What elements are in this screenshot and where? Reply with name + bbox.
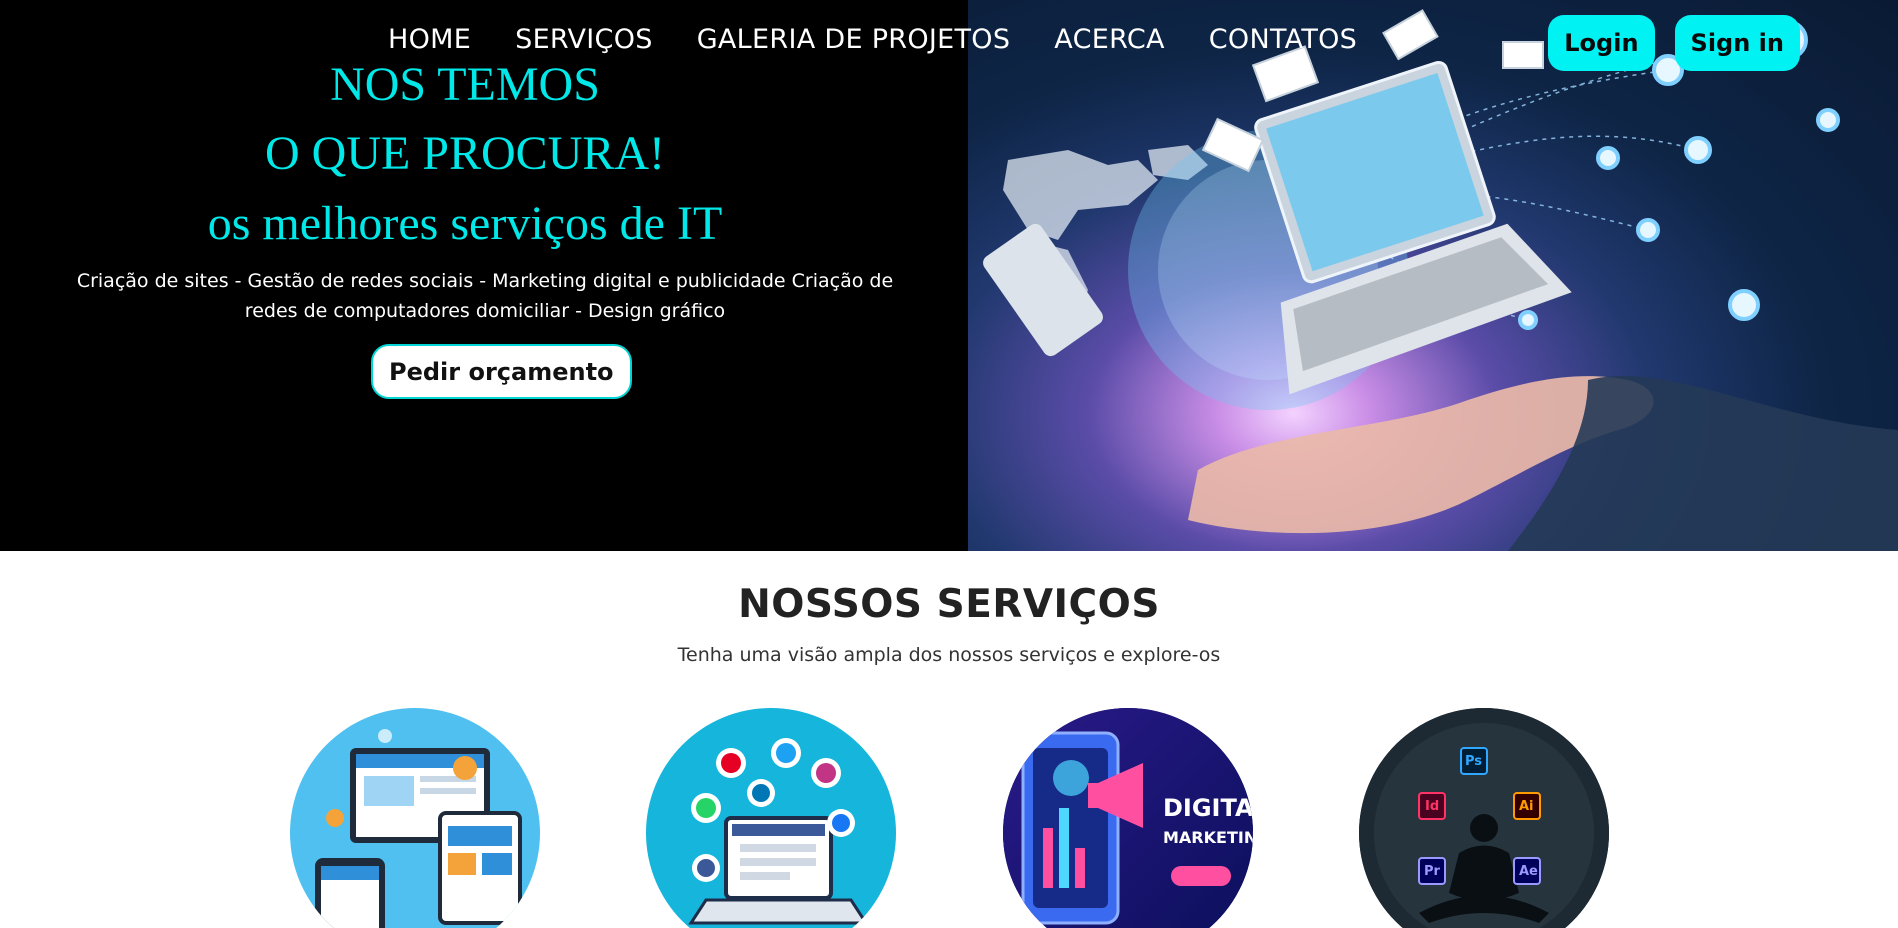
hero-line-2: O QUE PROCURA! [264, 127, 666, 180]
web-design-illustration-icon [315, 729, 522, 928]
tech-network-illustration [983, 9, 1898, 551]
hero-technology-image [968, 0, 1898, 551]
nav-item-servicos[interactable]: SERVIÇOS [515, 24, 653, 55]
hero-section: HOME SERVIÇOS GALERIA DE PROJETOS ACERCA… [0, 0, 1898, 551]
sign-in-button[interactable]: Sign in [1674, 15, 1800, 71]
marketing-text: MARKETING [1163, 828, 1253, 847]
services-subtitle: Tenha uma visão ampla dos nossos serviço… [677, 644, 1221, 666]
photoshop-icon: Ps [1465, 754, 1483, 769]
digital-text: DIGITAL [1163, 794, 1253, 822]
nav-item-home[interactable]: HOME [388, 24, 471, 55]
main-nav: HOME SERVIÇOS GALERIA DE PROJETOS ACERCA… [388, 24, 1401, 55]
nav-item-galeria-de-projetos[interactable]: GALERIA DE PROJETOS [697, 24, 1011, 55]
learn-more-pill [1171, 866, 1231, 886]
indesign-icon: Id [1425, 799, 1440, 814]
nav-item-contatos[interactable]: CONTATOS [1209, 24, 1357, 55]
request-quote-button[interactable]: Pedir orçamento [371, 344, 632, 399]
after-effects-icon: Ae [1519, 864, 1538, 879]
service-card-web-design[interactable] [290, 708, 540, 928]
login-button[interactable]: Login [1548, 15, 1655, 71]
nav-item-acerca[interactable]: ACERCA [1054, 24, 1164, 55]
illustrator-icon: Ai [1519, 799, 1534, 814]
service-card-social-media[interactable] [646, 708, 896, 928]
service-card-graphic-design[interactable]: Ps Id Ai Pr Ae [1359, 708, 1609, 928]
hero-description: Criação de sites - Gestão de redes socia… [76, 270, 894, 322]
graphic-design-illustration-icon [1359, 708, 1609, 928]
hero-line-1: NOS TEMOS [330, 58, 600, 111]
service-card-digital-marketing[interactable]: DIGITAL MARKETING [1003, 708, 1253, 928]
hero-line-3: os melhores serviços de IT [207, 197, 723, 250]
auth-buttons: Login Sign in [1548, 15, 1800, 71]
services-title: NOSSOS SERVIÇOS [738, 582, 1160, 627]
social-media-illustration-icon [688, 738, 869, 925]
hero-headline: NOS TEMOS O QUE PROCURA! os melhores ser… [0, 52, 930, 258]
premiere-icon: Pr [1424, 864, 1440, 879]
